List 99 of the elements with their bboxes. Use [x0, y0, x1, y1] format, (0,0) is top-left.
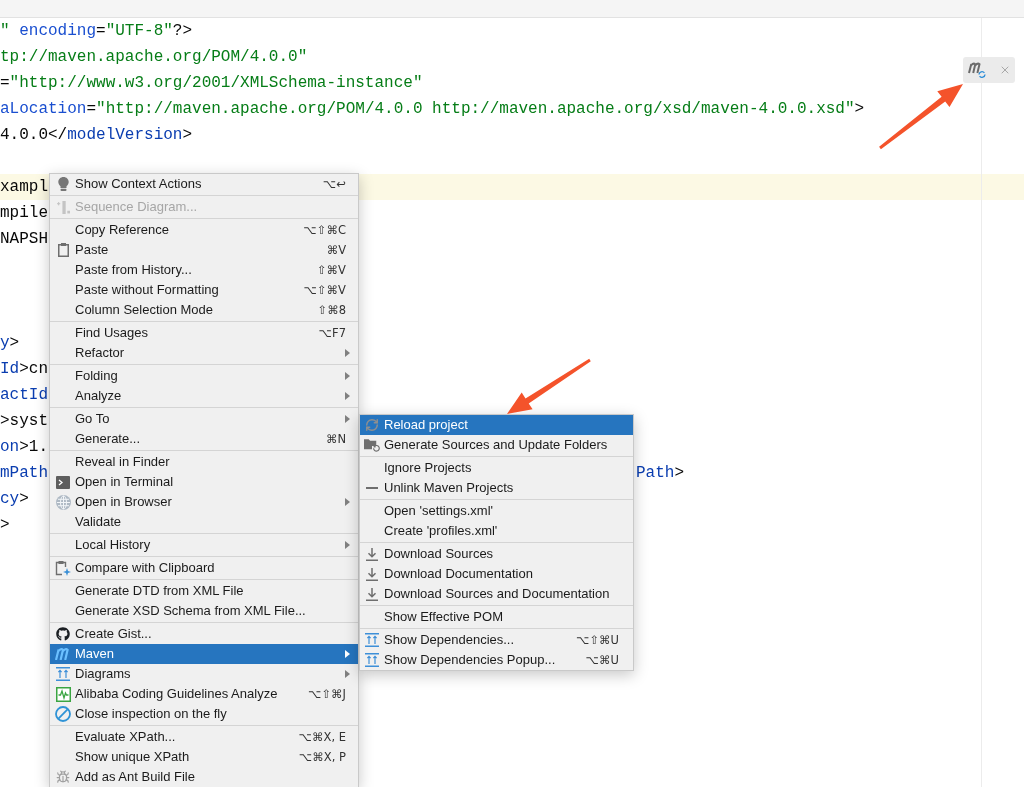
keyboard-shortcut: ⌥⌘X, E	[298, 729, 346, 745]
code-text: mPath	[0, 464, 48, 482]
keyboard-shortcut: ⇧⌘V	[317, 262, 346, 278]
code-text: Path>	[636, 463, 684, 484]
sequence-diagram-icon	[56, 200, 70, 214]
submenu-arrow-icon	[345, 349, 350, 357]
waveform-chart-icon	[55, 686, 71, 702]
refresh-icon	[365, 418, 379, 432]
submenu-arrow-icon	[345, 670, 350, 678]
bug-icon	[56, 770, 70, 784]
code-text: >	[0, 516, 10, 534]
keyboard-shortcut: ⌥⇧⌘U	[576, 632, 619, 648]
m-logo-refresh-icon[interactable]	[968, 62, 986, 78]
code-text: NAPSH	[0, 230, 48, 248]
keyboard-shortcut: ⌥↩	[323, 176, 346, 192]
diagram-icon	[365, 653, 379, 667]
menu-item[interactable]: Maven	[50, 644, 358, 664]
code-text: mpile	[0, 204, 48, 222]
menu-item[interactable]: Show Dependencies... ⌥⇧⌘U	[360, 630, 633, 650]
submenu-arrow-icon	[345, 541, 350, 549]
menu-item[interactable]: Close inspection on the fly	[50, 704, 358, 724]
menu-item[interactable]: Refactor	[50, 343, 358, 363]
menu-item[interactable]: Paste without Formatting ⌥⇧⌘V	[50, 280, 358, 300]
download-icon	[366, 567, 378, 581]
menu-item[interactable]: Download Documentation	[360, 564, 633, 584]
keyboard-shortcut: ⌥⇧⌘J	[308, 686, 346, 702]
folder-refresh-icon	[364, 438, 380, 452]
submenu-arrow-icon	[345, 415, 350, 423]
code-text: tp://maven.apache.org/POM/4.0.0"	[0, 48, 308, 66]
menu-item[interactable]: Column Selection Mode ⇧⌘8	[50, 300, 358, 320]
keyboard-shortcut: ⌥⌘X, P	[299, 749, 346, 765]
code-text: " encoding="UTF-8"?>	[0, 22, 193, 40]
keyboard-shortcut: ⌥⇧⌘V	[303, 282, 346, 298]
menu-item[interactable]: Analyze	[50, 386, 358, 406]
submenu-arrow-icon	[345, 392, 350, 400]
submenu-arrow-icon	[345, 650, 350, 658]
menu-item[interactable]: Copy Reference ⌥⇧⌘C	[50, 220, 358, 240]
menu-item[interactable]: Generate DTD from XML File	[50, 581, 358, 601]
code-text: ="http://www.w3.org/2001/XMLSchema-instance"	[0, 74, 423, 92]
menu-item[interactable]: Ignore Projects	[360, 458, 633, 478]
submenu-arrow-icon	[345, 498, 350, 506]
menu-item[interactable]: Show unique XPath ⌥⌘X, P	[50, 747, 358, 767]
prohibition-icon	[55, 706, 71, 722]
code-text: 4.0.0</modelVersion>	[0, 126, 193, 144]
menu-item[interactable]: Open 'settings.xml'	[360, 501, 633, 521]
menu-item[interactable]: Evaluate XPath... ⌥⌘X, E	[50, 727, 358, 747]
code-text: y>	[0, 334, 20, 352]
menu-item[interactable]: Reveal in Finder	[50, 452, 358, 472]
menu-item[interactable]: Add as Ant Build File	[50, 767, 358, 787]
keyboard-shortcut: ⌘V	[326, 242, 346, 258]
menu-item[interactable]: Generate... ⌘N	[50, 429, 358, 449]
download-icon	[366, 547, 378, 561]
menu-item[interactable]: Create Gist...	[50, 624, 358, 644]
menu-item[interactable]: Show Context Actions ⌥↩	[50, 174, 358, 194]
menu-item[interactable]: Diagrams	[50, 664, 358, 684]
code-text: actId	[0, 386, 48, 404]
menu-item[interactable]: Open in Terminal	[50, 472, 358, 492]
keyboard-shortcut: ⇧⌘8	[317, 302, 346, 318]
menu-item[interactable]: Compare with Clipboard	[50, 558, 358, 578]
github-icon	[56, 627, 70, 641]
m-logo-icon	[55, 648, 71, 660]
keyboard-shortcut: ⌘N	[325, 431, 346, 447]
code-text: on>1.	[0, 438, 48, 456]
code-text: Id>cn	[0, 360, 48, 378]
menu-item[interactable]: Validate	[50, 512, 358, 532]
menu-item[interactable]: Go To	[50, 409, 358, 429]
keyboard-shortcut: ⌥⌘U	[585, 652, 619, 668]
code-text: aLocation="http://maven.apache.org/POM/4.0.0 http://maven.apache.org/xsd/maven-4.0.0.xsd">	[0, 100, 865, 118]
terminal-icon	[56, 475, 70, 489]
menu-item[interactable]: Unlink Maven Projects	[360, 478, 633, 498]
minus-icon	[366, 487, 378, 489]
menu-item[interactable]: Alibaba Coding Guidelines Analyze ⌥⇧⌘J	[50, 684, 358, 704]
lightbulb-icon	[57, 177, 69, 191]
menu-item[interactable]: Open in Browser	[50, 492, 358, 512]
menu-item[interactable]: Reload project	[360, 415, 633, 435]
menu-item[interactable]: Create 'profiles.xml'	[360, 521, 633, 541]
menu-item[interactable]: Local History	[50, 535, 358, 555]
globe-icon	[55, 494, 71, 510]
menu-item[interactable]: Folding	[50, 366, 358, 386]
menu-item[interactable]: Find Usages ⌥F7	[50, 323, 358, 343]
keyboard-shortcut: ⌥F7	[318, 325, 346, 341]
code-text: >syst	[0, 412, 48, 430]
diagram-icon	[56, 667, 70, 681]
menu-item[interactable]: Show Effective POM	[360, 607, 633, 627]
clipboard-icon	[57, 243, 69, 257]
submenu-arrow-icon	[345, 372, 350, 380]
menu-item[interactable]: Download Sources and Documentation	[360, 584, 633, 604]
menu-item[interactable]: Generate Sources and Update Folders	[360, 435, 633, 455]
menu-item[interactable]: Paste from History... ⇧⌘V	[50, 260, 358, 280]
menu-item[interactable]: Show Dependencies Popup... ⌥⌘U	[360, 650, 633, 670]
menu-item[interactable]: Paste ⌘V	[50, 240, 358, 260]
menu-item[interactable]: Download Sources	[360, 544, 633, 564]
clipboard-compare-icon	[55, 560, 71, 576]
menu-item[interactable]: Generate XSD Schema from XML File...	[50, 601, 358, 621]
code-text: xampl	[0, 178, 48, 196]
diagram-icon	[365, 633, 379, 647]
keyboard-shortcut: ⌥⇧⌘C	[303, 222, 346, 238]
download-icon	[366, 587, 378, 601]
code-text: cy>	[0, 490, 29, 508]
